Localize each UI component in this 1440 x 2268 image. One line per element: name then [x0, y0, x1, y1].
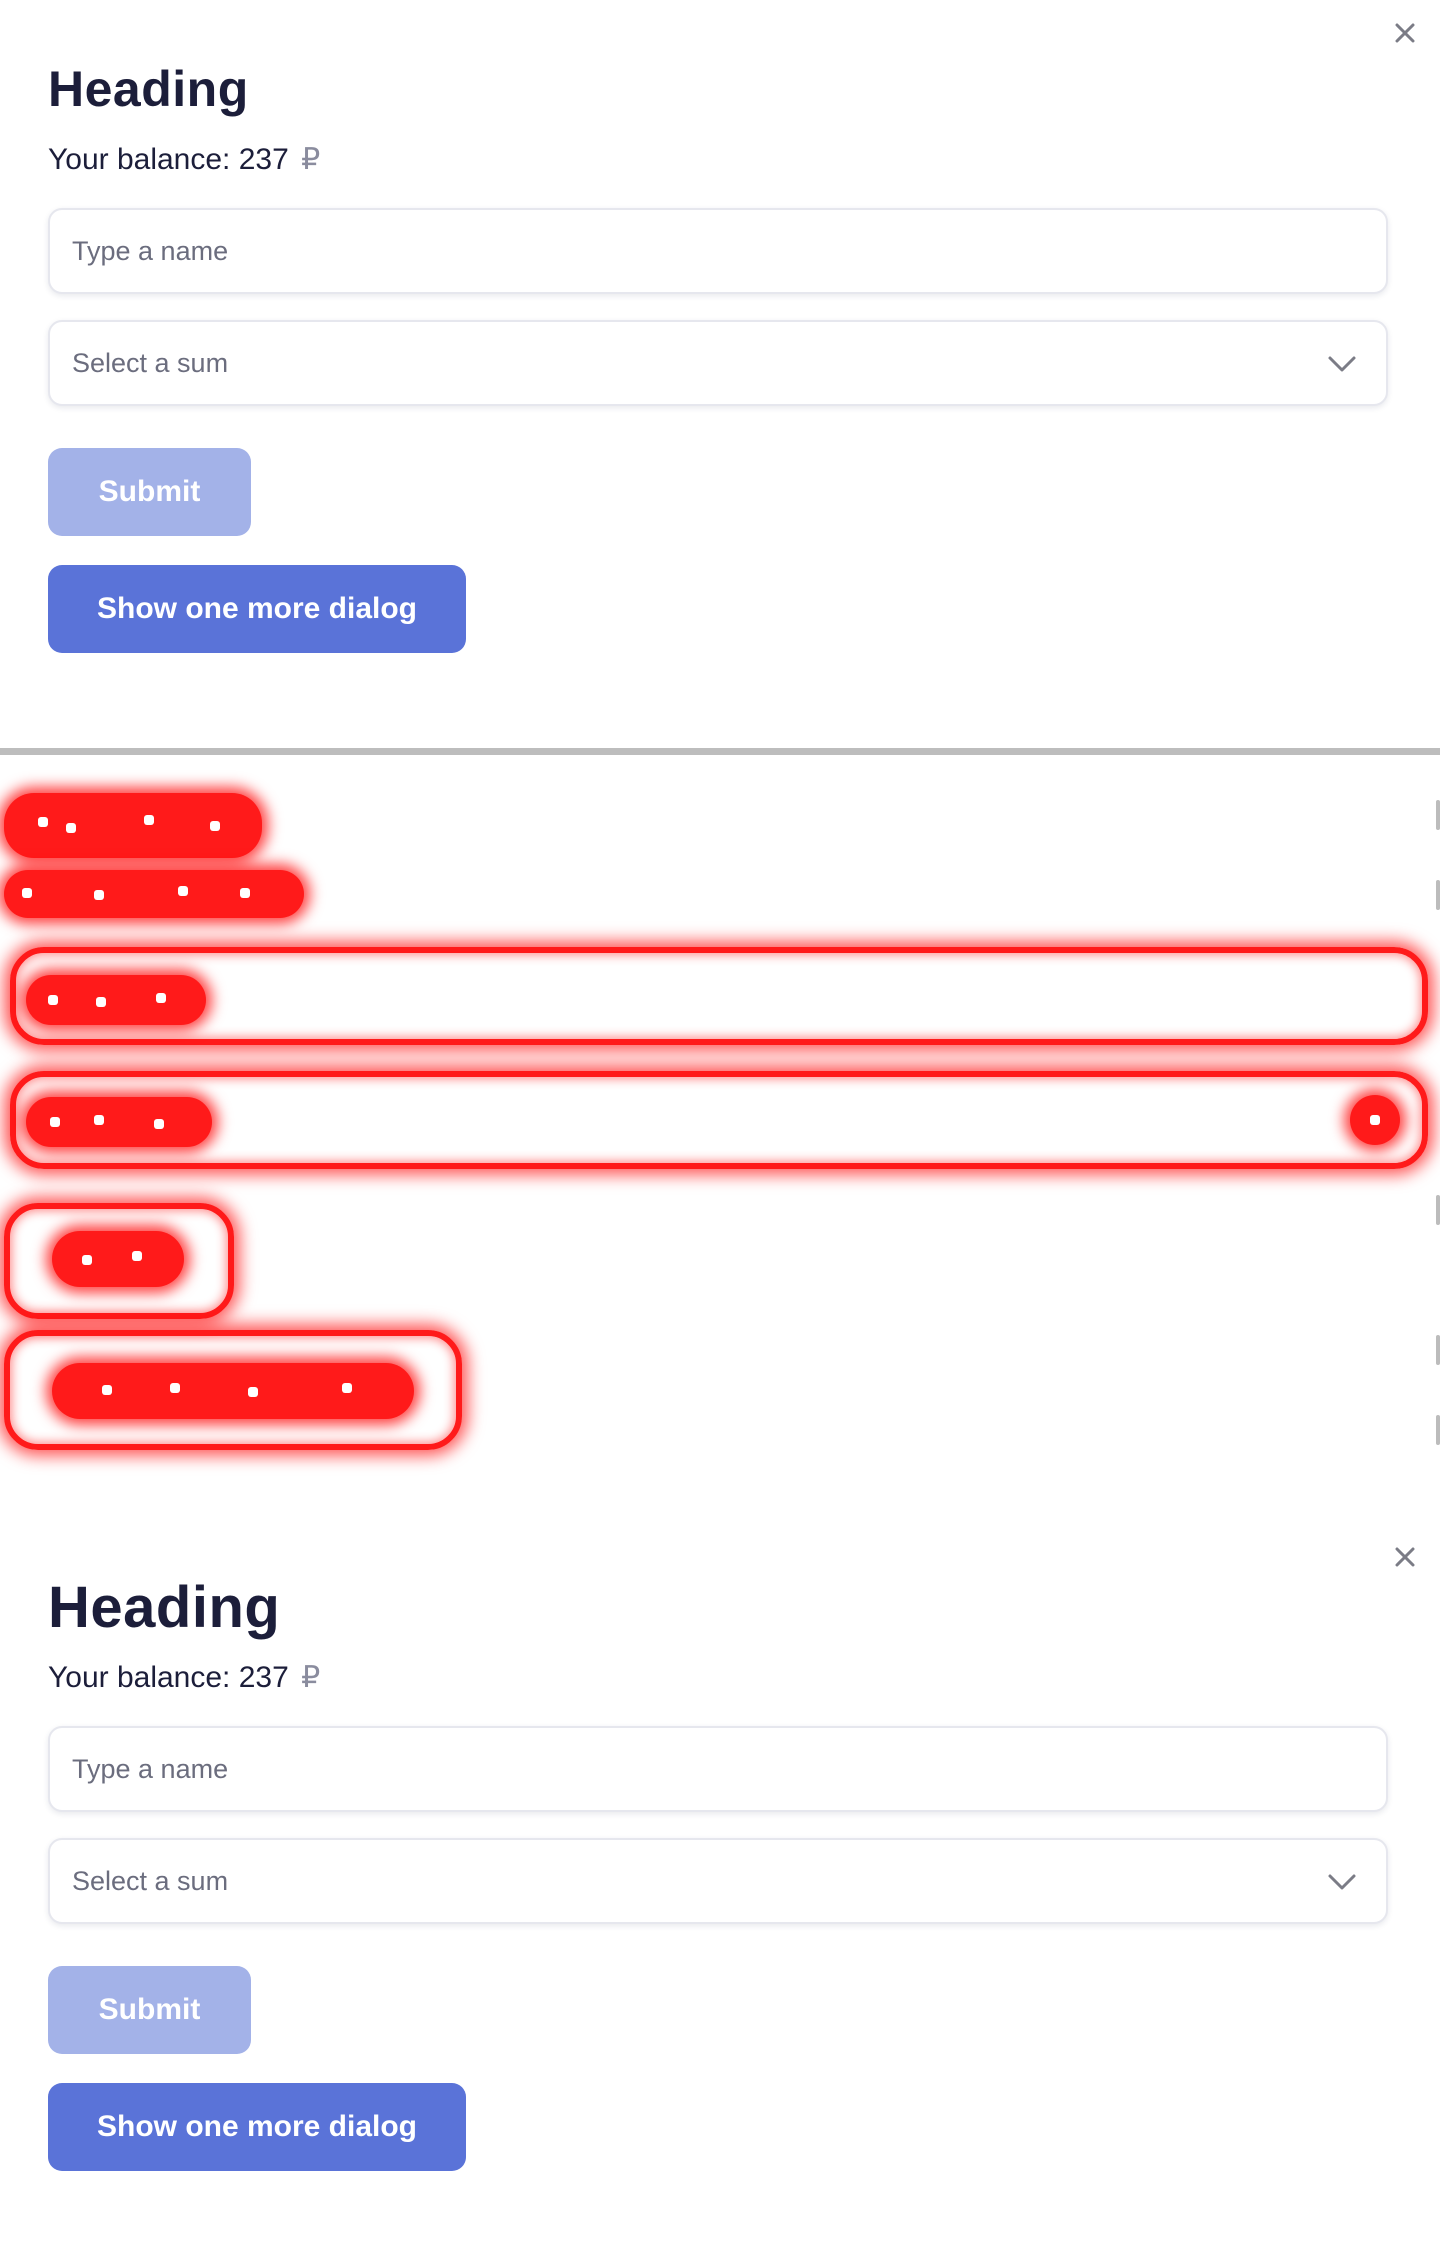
- balance-text: Your balance: 237 ₽: [48, 142, 320, 177]
- name-input[interactable]: [50, 210, 1386, 292]
- highlight-name-field: [10, 947, 1428, 1045]
- balance-label: Your balance: 237: [48, 143, 289, 176]
- sum-select[interactable]: Select a sum: [48, 320, 1388, 406]
- edge-mark: [1436, 880, 1440, 910]
- highlight-heading: [4, 793, 262, 858]
- dialog-top: Heading Your balance: 237 ₽ Select a sum…: [0, 0, 1440, 748]
- name-input[interactable]: [50, 1728, 1386, 1810]
- highlight-name-placeholder: [26, 975, 206, 1025]
- close-icon: [1395, 23, 1415, 43]
- edge-mark: [1436, 800, 1440, 830]
- close-icon: [1395, 1547, 1415, 1567]
- chevron-down-icon: [1326, 1866, 1358, 1898]
- highlight-overlay: [0, 755, 1440, 1518]
- dialog-bottom: Heading Your balance: 237 ₽ Select a sum…: [0, 1518, 1440, 2266]
- dialog-heading: Heading: [48, 61, 249, 117]
- edge-mark: [1436, 1195, 1440, 1225]
- submit-button[interactable]: Submit: [48, 1966, 251, 2054]
- submit-button[interactable]: Submit: [48, 448, 251, 536]
- sum-select-placeholder: Select a sum: [72, 1866, 229, 1896]
- highlight-sum-placeholder: [26, 1097, 212, 1147]
- show-more-dialog-button[interactable]: Show one more dialog: [48, 565, 466, 653]
- sum-select[interactable]: Select a sum: [48, 1838, 1388, 1924]
- currency-symbol: ₽: [301, 143, 321, 176]
- highlight-more-label: [52, 1363, 414, 1419]
- show-more-dialog-button[interactable]: Show one more dialog: [48, 2083, 466, 2171]
- highlight-sum-select: [10, 1071, 1428, 1169]
- sum-select-placeholder: Select a sum: [72, 348, 229, 378]
- edge-mark: [1436, 1335, 1440, 1365]
- highlight-balance: [4, 870, 304, 918]
- close-button[interactable]: [1390, 18, 1420, 48]
- highlight-submit-label: [52, 1231, 184, 1287]
- currency-symbol: ₽: [301, 1661, 321, 1694]
- highlight-chevron: [1350, 1095, 1400, 1145]
- name-field: [48, 1726, 1388, 1812]
- name-field: [48, 208, 1388, 294]
- close-button[interactable]: [1390, 1542, 1420, 1572]
- balance-label: Your balance: 237: [48, 1661, 289, 1694]
- section-divider: [0, 748, 1440, 755]
- balance-text: Your balance: 237 ₽: [48, 1660, 320, 1695]
- dialog-heading: Heading: [48, 1575, 281, 1640]
- chevron-down-icon: [1326, 348, 1358, 380]
- edge-mark: [1436, 1415, 1440, 1445]
